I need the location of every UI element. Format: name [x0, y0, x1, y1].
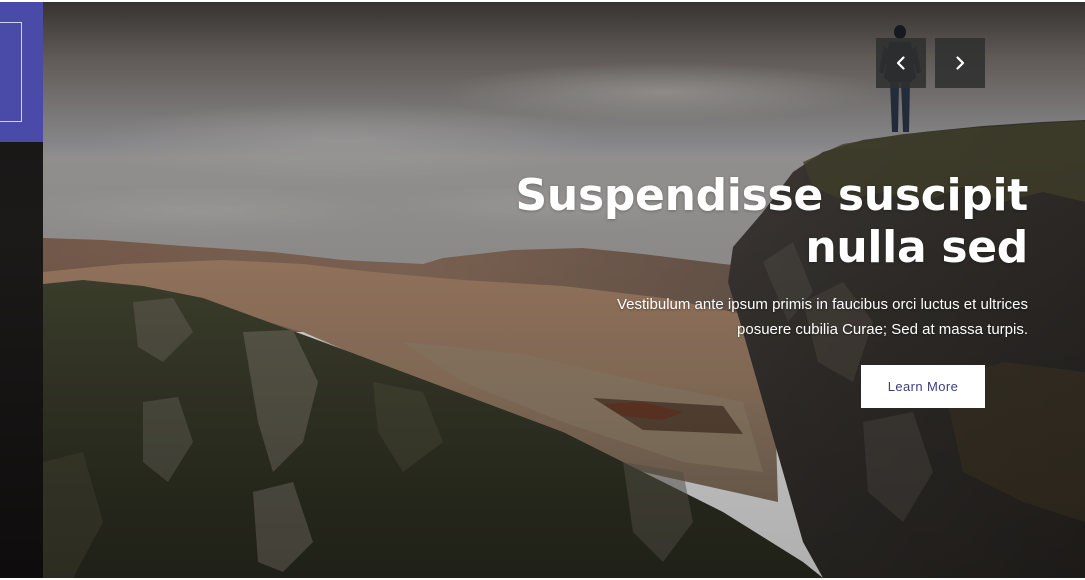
side-accent-outline — [0, 22, 22, 122]
slide-subtitle: Vestibulum ante ipsum primis in faucibus… — [468, 292, 1028, 342]
slider-prev-button[interactable] — [876, 38, 926, 88]
slide-caption: Suspendisse suscipit nulla sed Vestibulu… — [468, 170, 1029, 342]
chevron-right-icon — [956, 56, 965, 70]
slide-title-line-2: nulla sed — [805, 222, 1028, 273]
learn-more-button[interactable]: Learn More — [861, 365, 985, 408]
slide-title-line-1: Suspendisse suscipit — [515, 170, 1029, 221]
slider-next-button[interactable] — [935, 38, 985, 88]
page-frame: Suspendisse suscipit nulla sed Vestibulu… — [0, 0, 1085, 580]
slide-subtitle-line-2: posuere cubilia Curae; Sed at massa turp… — [737, 321, 1028, 338]
hero-slide: Suspendisse suscipit nulla sed Vestibulu… — [43, 2, 1085, 578]
side-accent-panel — [0, 2, 43, 142]
slide-title: Suspendisse suscipit nulla sed — [468, 170, 1029, 274]
slide-subtitle-line-1: Vestibulum ante ipsum primis in faucibus… — [616, 296, 1028, 313]
chevron-left-icon — [896, 56, 905, 70]
